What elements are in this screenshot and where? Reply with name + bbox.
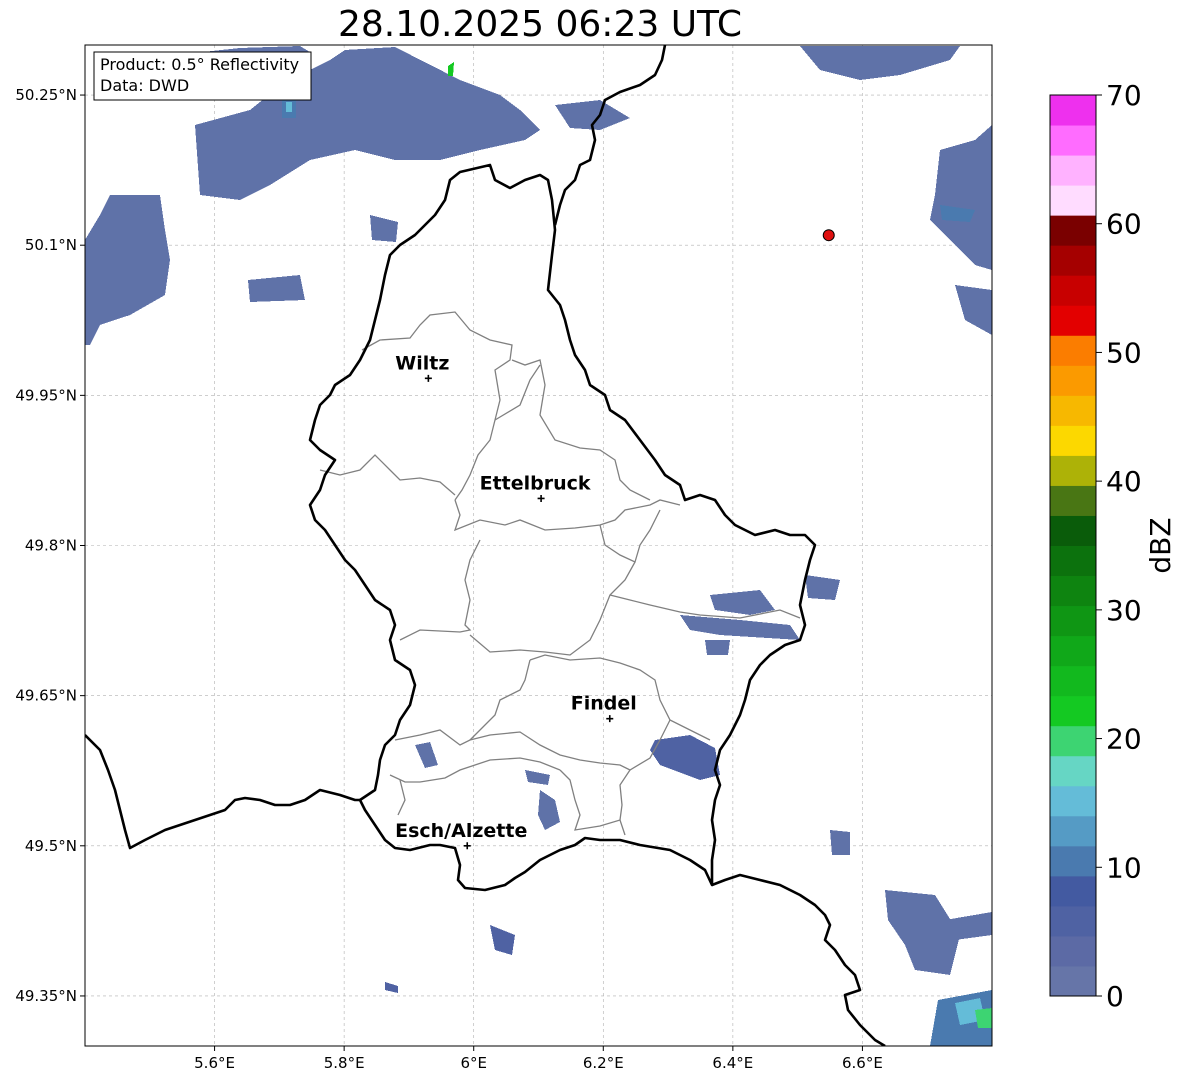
tick-label-lon: 6°E [460, 1054, 487, 1072]
colorbar-segment [1050, 605, 1096, 637]
tick-label-lat: 49.8°N [25, 537, 77, 555]
colorbar-segment [1050, 635, 1096, 667]
tick-label-lon: 6.6°E [842, 1054, 883, 1072]
tick-label-lat: 50.1°N [25, 236, 77, 254]
echo-nw-core2 [286, 102, 292, 112]
info-product: Product: 0.5° Reflectivity [100, 55, 299, 74]
echo-se-1 [830, 830, 850, 855]
colorbar-segment [1050, 335, 1096, 366]
colorbar-segment [1050, 185, 1096, 216]
tick-label-lon: 5.8°E [324, 1054, 365, 1072]
colorbar-label: dBZ [1144, 517, 1177, 573]
colorbar-segment [1050, 755, 1096, 787]
colorbar-segment [1050, 905, 1096, 937]
colorbar-tick-label: 10 [1106, 851, 1142, 884]
tick-label-lat: 49.35°N [15, 987, 77, 1005]
tick-label-lat: 50.25°N [15, 86, 77, 104]
colorbar-segment [1050, 545, 1096, 577]
info-box: Product: 0.5° Reflectivity Data: DWD [93, 51, 312, 101]
colorbar-tick-label: 60 [1106, 208, 1142, 241]
info-data-source: Data: DWD [100, 76, 189, 95]
colorbar-segment [1050, 95, 1096, 126]
colorbar-segment [1050, 245, 1096, 276]
tick-label-lon: 6.4°E [712, 1054, 753, 1072]
colorbar-tick-label: 50 [1106, 336, 1142, 369]
colorbar-tick-label: 20 [1106, 723, 1142, 756]
colorbar-segment [1050, 455, 1096, 486]
colorbar-segment [1050, 665, 1096, 697]
colorbar-tick-label: 0 [1106, 980, 1124, 1013]
colorbar-segment [1050, 695, 1096, 727]
colorbar-segment [1050, 155, 1096, 186]
colorbar-segment [1050, 365, 1096, 396]
colorbar-tick-label: 40 [1106, 465, 1142, 498]
radar-map-figure: 5.6°E 5.8°E 6°E 6.2°E 6.4°E 6.6°E 49.35°N 49.5°… [15, 44, 1177, 1072]
colorbar-segment [1050, 395, 1096, 426]
colorbar-segment [1050, 305, 1096, 336]
echo-e-3 [705, 640, 730, 655]
colorbar-segment [1050, 575, 1096, 607]
colorbar-segment [1050, 965, 1096, 997]
city-label: Wiltz [395, 352, 449, 374]
tick-label-lat: 49.95°N [15, 386, 77, 404]
colorbar: 0 10 20 30 40 50 60 70 dBZ [1049, 79, 1177, 1013]
colorbar-segment [1050, 815, 1096, 847]
colorbar-segment [1050, 515, 1096, 546]
tick-label-lat: 49.5°N [25, 837, 77, 855]
echo-se-core2 [975, 1008, 992, 1028]
colorbar-tick-label: 30 [1106, 594, 1142, 627]
colorbar-segment [1050, 275, 1096, 306]
tick-label-lat: 49.65°N [15, 687, 77, 705]
colorbar-segment [1050, 785, 1096, 817]
tick-label-lon: 6.2°E [583, 1054, 624, 1072]
colorbar-segment [1050, 485, 1096, 516]
colorbar-segment [1050, 725, 1096, 757]
colorbar-segment [1050, 845, 1096, 877]
colorbar-segment [1050, 125, 1096, 156]
colorbar-segment [1050, 215, 1096, 246]
tick-label-lon: 5.6°E [194, 1054, 235, 1072]
colorbar-tick-label: 70 [1106, 79, 1142, 112]
city-label: Esch/Alzette [395, 820, 527, 842]
city-label: Ettelbruck [480, 472, 591, 494]
radar-site-marker [822, 229, 835, 242]
colorbar-segment [1050, 875, 1096, 907]
city-label: Findel [571, 693, 637, 715]
colorbar-segment [1050, 425, 1096, 456]
colorbar-segment [1050, 935, 1096, 967]
